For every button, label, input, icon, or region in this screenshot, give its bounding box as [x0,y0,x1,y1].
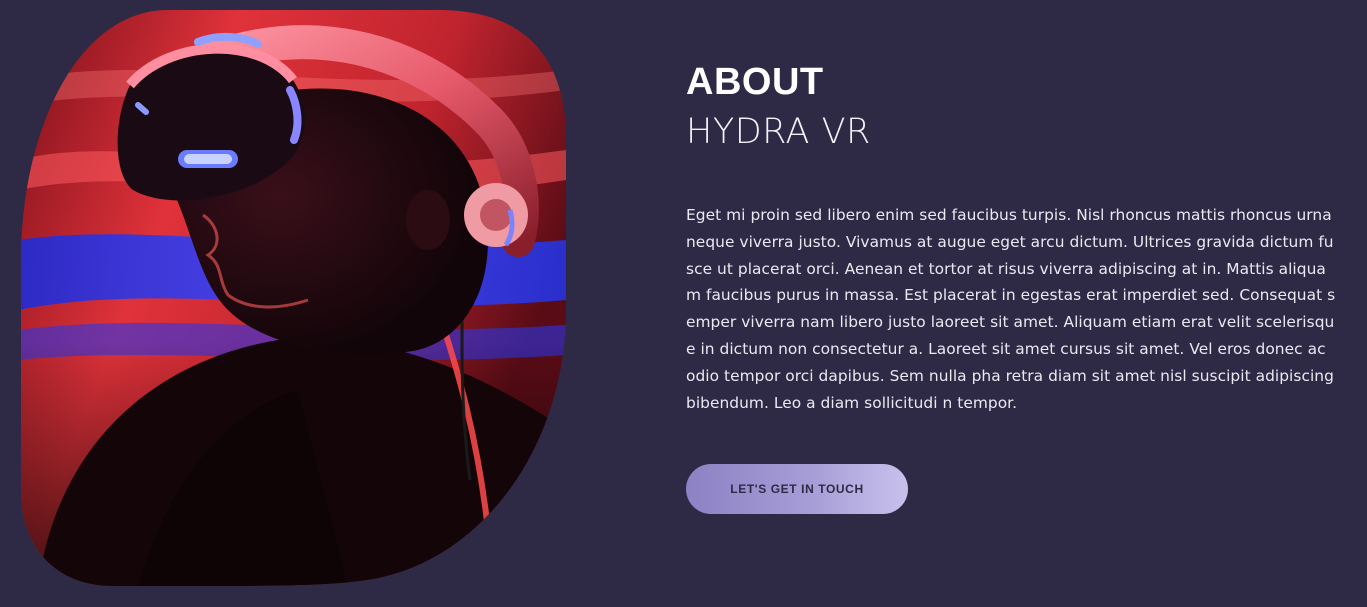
about-text-column: ABOUT HYDRA VR Eget mi proin sed libero … [686,60,1346,416]
about-body-text: Eget mi proin sed libero enim sed faucib… [686,206,1336,412]
about-title: ABOUT [686,61,824,103]
vr-person-photo [18,10,566,586]
about-subtitle: HYDRA VR [686,112,871,152]
vr-headset-image [21,10,566,586]
get-in-touch-button[interactable]: LET'S GET IN TOUCH [686,464,908,514]
about-section: ABOUT HYDRA VR Eget mi proin sed libero … [0,0,1367,607]
